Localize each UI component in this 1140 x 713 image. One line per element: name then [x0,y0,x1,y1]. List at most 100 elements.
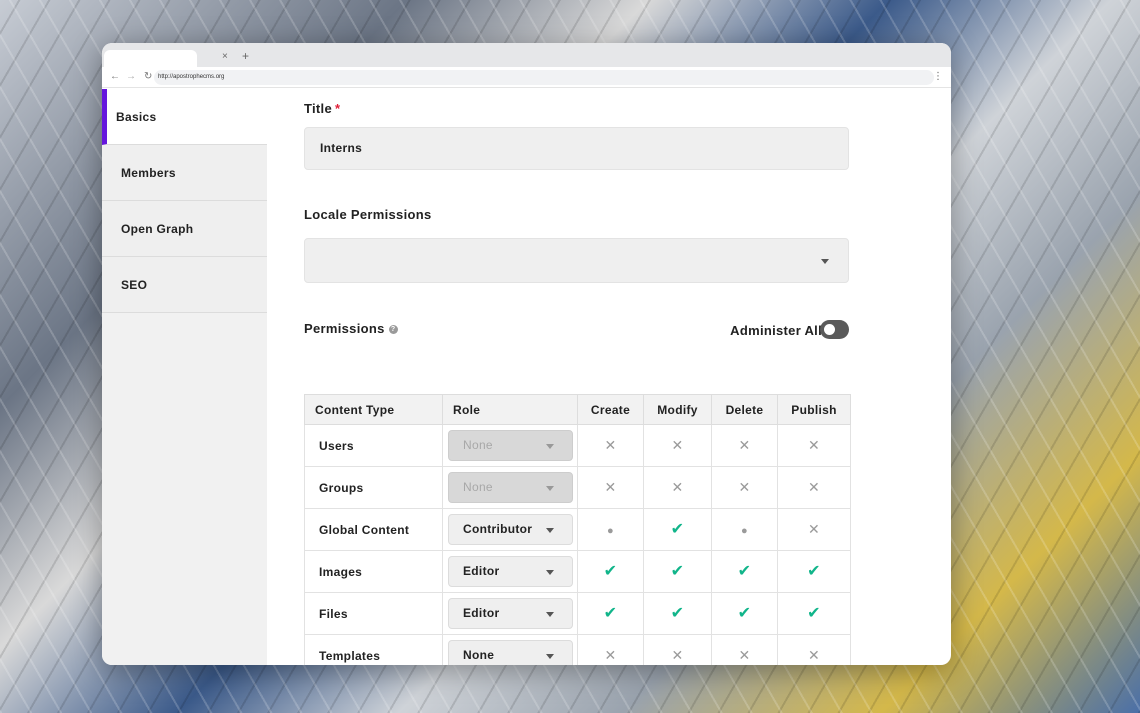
role-select[interactable]: Contributor [448,514,573,545]
role-select-value: None [463,438,493,452]
check-icon: ✔ [807,604,821,622]
delete-permission-cell: ✔ [711,592,778,635]
locale-permissions-label: Locale Permissions [304,207,432,222]
table-row: Users None ✕ ✕ ✕ ✕ [304,424,851,467]
new-tab-icon[interactable]: + [242,49,249,63]
role-cell: Editor [442,550,578,593]
delete-permission-cell: ● [711,508,778,551]
content-type-cell: Templates [304,634,443,665]
chevron-down-icon [821,259,829,264]
close-icon: ✕ [671,479,684,495]
toggle-knob [824,324,835,335]
role-cell: Contributor [442,508,578,551]
dot-icon: ● [607,524,614,537]
permissions-table: Content Type Role Create Modify Delete Publis… [304,394,851,665]
role-select-value: Editor [463,564,500,578]
sidebar-item-basics[interactable]: Basics [102,89,267,145]
administer-all-toggle[interactable] [820,320,849,339]
role-select: None [448,430,573,461]
chevron-down-icon [546,612,554,617]
role-select-value: None [463,480,493,494]
address-bar: ← → ↻ http://apostrophecms.org ⋮ [102,67,951,88]
close-icon: ✕ [604,647,617,663]
sidebar-item-members[interactable]: Members [102,145,267,201]
modify-permission-cell: ✔ [643,550,712,593]
check-icon: ✔ [737,604,752,622]
table-row: Global Content Contributor ● ✔ ● ✕ [304,508,851,551]
chevron-down-icon [546,570,554,575]
column-header-modify: Modify [643,394,712,425]
back-arrow-icon[interactable]: ← [110,71,120,82]
title-input[interactable]: Interns [304,127,849,170]
modify-permission-cell: ✕ [643,634,712,665]
chevron-down-icon [546,486,554,491]
check-icon: ✔ [670,604,685,622]
help-icon[interactable]: ? [388,325,398,335]
title-label: Title * [304,101,340,116]
table-row: Images Editor ✔ ✔ ✔ ✔ [304,550,851,593]
browser-tab[interactable] [104,50,197,67]
close-icon: ✕ [738,647,751,663]
role-select[interactable]: None [448,640,573,665]
content-type-cell: Users [304,424,443,467]
chevron-down-icon [546,528,554,533]
modify-permission-cell: ✔ [643,508,712,551]
role-select-value: Contributor [463,522,533,536]
column-header-content-type: Content Type [304,394,443,425]
close-icon: ✕ [738,437,751,453]
close-icon: ✕ [807,437,821,453]
publish-permission-cell: ✕ [777,508,851,551]
delete-permission-cell: ✕ [711,634,778,665]
tab-close-icon[interactable]: × [222,51,228,62]
permissions-label: Permissions? [304,321,398,336]
check-icon: ✔ [603,562,618,580]
column-header-delete: Delete [711,394,778,425]
sidebar-item-seo[interactable]: SEO [102,257,267,313]
publish-permission-cell: ✔ [777,592,851,635]
delete-permission-cell: ✕ [711,466,778,509]
forward-arrow-icon[interactable]: → [126,71,136,82]
role-cell: None [442,466,578,509]
create-permission-cell: ✔ [577,592,644,635]
publish-permission-cell: ✕ [777,466,851,509]
close-icon: ✕ [807,647,821,663]
content-type-cell: Global Content [304,508,443,551]
delete-permission-cell: ✕ [711,424,778,467]
role-cell: None [442,424,578,467]
browser-window: × + ← → ↻ http://apostrophecms.org ⋮ Bas… [102,43,951,665]
role-select[interactable]: Editor [448,598,573,629]
publish-permission-cell: ✕ [777,634,851,665]
locale-permissions-select[interactable] [304,238,849,283]
sidebar: Basics Members Open Graph SEO [102,89,267,665]
check-icon: ✔ [670,520,685,538]
modify-permission-cell: ✔ [643,592,712,635]
table-header-row: Content Type Role Create Modify Delete Publis… [304,394,851,425]
close-icon: ✕ [604,479,617,495]
browser-menu-icon[interactable]: ⋮ [933,71,943,82]
close-icon: ✕ [671,647,684,663]
table-row: Files Editor ✔ ✔ ✔ ✔ [304,592,851,635]
check-icon: ✔ [603,604,618,622]
table-row: Templates None ✕ ✕ ✕ ✕ [304,634,851,665]
chevron-down-icon [546,654,554,659]
content-type-cell: Files [304,592,443,635]
url-field[interactable]: http://apostrophecms.org [154,70,934,85]
create-permission-cell: ✔ [577,550,644,593]
close-icon: ✕ [807,479,821,495]
reload-icon[interactable]: ↻ [144,71,152,82]
check-icon: ✔ [807,562,821,580]
table-row: Groups None ✕ ✕ ✕ ✕ [304,466,851,509]
browser-tab-strip: × + [102,43,951,67]
publish-permission-cell: ✔ [777,550,851,593]
administer-all-label: Administer All [730,323,822,338]
close-icon: ✕ [671,437,684,453]
role-select-value: None [463,648,495,662]
publish-permission-cell: ✕ [777,424,851,467]
role-cell: None [442,634,578,665]
title-label-text: Title [304,101,332,116]
close-icon: ✕ [604,437,617,453]
role-select[interactable]: Editor [448,556,573,587]
content-type-cell: Images [304,550,443,593]
check-icon: ✔ [670,562,685,580]
sidebar-item-open-graph[interactable]: Open Graph [102,201,267,257]
